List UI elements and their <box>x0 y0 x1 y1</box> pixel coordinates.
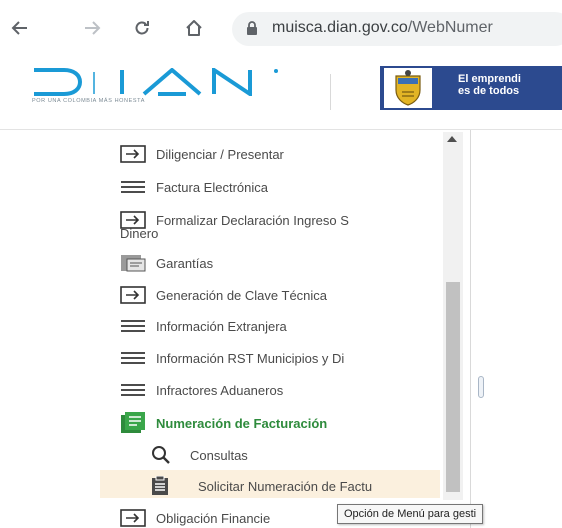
menu-item-label: Información RST Municipios y Di <box>156 350 345 366</box>
menu-item-label: Infractores Aduaneros <box>156 382 284 398</box>
banner-text: El emprendi es de todos <box>458 73 521 97</box>
menu-item-numeracion-facturacion[interactable]: Numeración de Facturación <box>120 411 327 435</box>
menu-item-informacion-extranjera[interactable]: Información Extranjera <box>120 314 287 338</box>
menu-item-informacion-rst[interactable]: Información RST Municipios y Di <box>120 346 344 370</box>
url-host: muisca.dian.gov.co <box>272 19 408 36</box>
url-text[interactable]: muisca.dian.gov.co/WebNumer <box>272 19 493 37</box>
list-icon <box>120 177 156 197</box>
menu-item-label: Generación de Clave Técnica <box>156 287 328 303</box>
document-icon <box>120 253 156 273</box>
list-icon <box>120 348 156 368</box>
menu-item-label: Garantías <box>156 255 214 271</box>
home-icon[interactable] <box>180 14 208 42</box>
scrollbar-thumb[interactable] <box>446 282 460 492</box>
menu-item-label: Factura Electrónica <box>156 179 268 195</box>
header-divider <box>330 74 331 110</box>
form-icon <box>120 285 156 305</box>
menu-item-label: Obligación Financie <box>156 510 271 526</box>
form-icon <box>120 144 156 164</box>
panel-splitter-handle[interactable] <box>478 376 484 398</box>
main-content <box>471 130 562 528</box>
book-icon <box>120 412 156 433</box>
menu-item-label: Diligenciar / Presentar <box>156 146 284 162</box>
browser-toolbar: muisca.dian.gov.co/WebNumer <box>0 0 562 56</box>
menu-item-label: Consultas <box>190 447 248 463</box>
list-icon <box>120 380 156 400</box>
tooltip: Opción de Menú para gesti <box>337 504 484 524</box>
menu-item-solicitar-numeracion[interactable]: Solicitar Numeración de Factu <box>150 474 372 498</box>
coat-of-arms-icon <box>384 68 432 113</box>
forward-arrow-icon[interactable] <box>78 14 106 42</box>
back-arrow-icon[interactable] <box>6 14 34 42</box>
banner-line-1: El emprendi <box>458 73 521 85</box>
dian-logo[interactable] <box>32 66 280 101</box>
menu-item-factura-electronica[interactable]: Factura Electrónica <box>120 175 268 199</box>
reload-icon[interactable] <box>128 14 156 42</box>
menu-item-infractores-aduaneros[interactable]: Infractores Aduaneros <box>120 378 283 402</box>
lock-icon[interactable] <box>246 20 258 41</box>
menu-item-label: Numeración de Facturación <box>156 415 328 431</box>
menu-item-label: Formalizar Declaración Ingreso S <box>156 212 349 228</box>
list-icon <box>120 316 156 336</box>
menu-item-label-continuation: Dinero <box>120 226 159 241</box>
menu-item-consultas[interactable]: Consultas <box>150 443 248 467</box>
menu-item-diligenciar[interactable]: Diligenciar / Presentar <box>120 142 284 166</box>
scroll-up-arrow-icon[interactable] <box>447 136 457 142</box>
form-icon <box>120 508 156 528</box>
menu-item-obligacion-financiera[interactable]: Obligación Financie <box>120 506 270 528</box>
url-path: /WebNumer <box>407 19 493 36</box>
document-icon <box>150 476 198 496</box>
search-icon <box>150 445 190 465</box>
menu-item-garantias[interactable]: Garantías <box>120 251 213 275</box>
menu-item-generacion-clave[interactable]: Generación de Clave Técnica <box>120 283 327 307</box>
banner-line-2: es de todos <box>458 85 520 97</box>
logo-tagline: POR UNA COLOMBIA MÁS HONESTA <box>32 98 145 104</box>
menu-item-label: Solicitar Numeración de Factu <box>198 478 373 494</box>
menu-item-label: Información Extranjera <box>156 318 287 334</box>
